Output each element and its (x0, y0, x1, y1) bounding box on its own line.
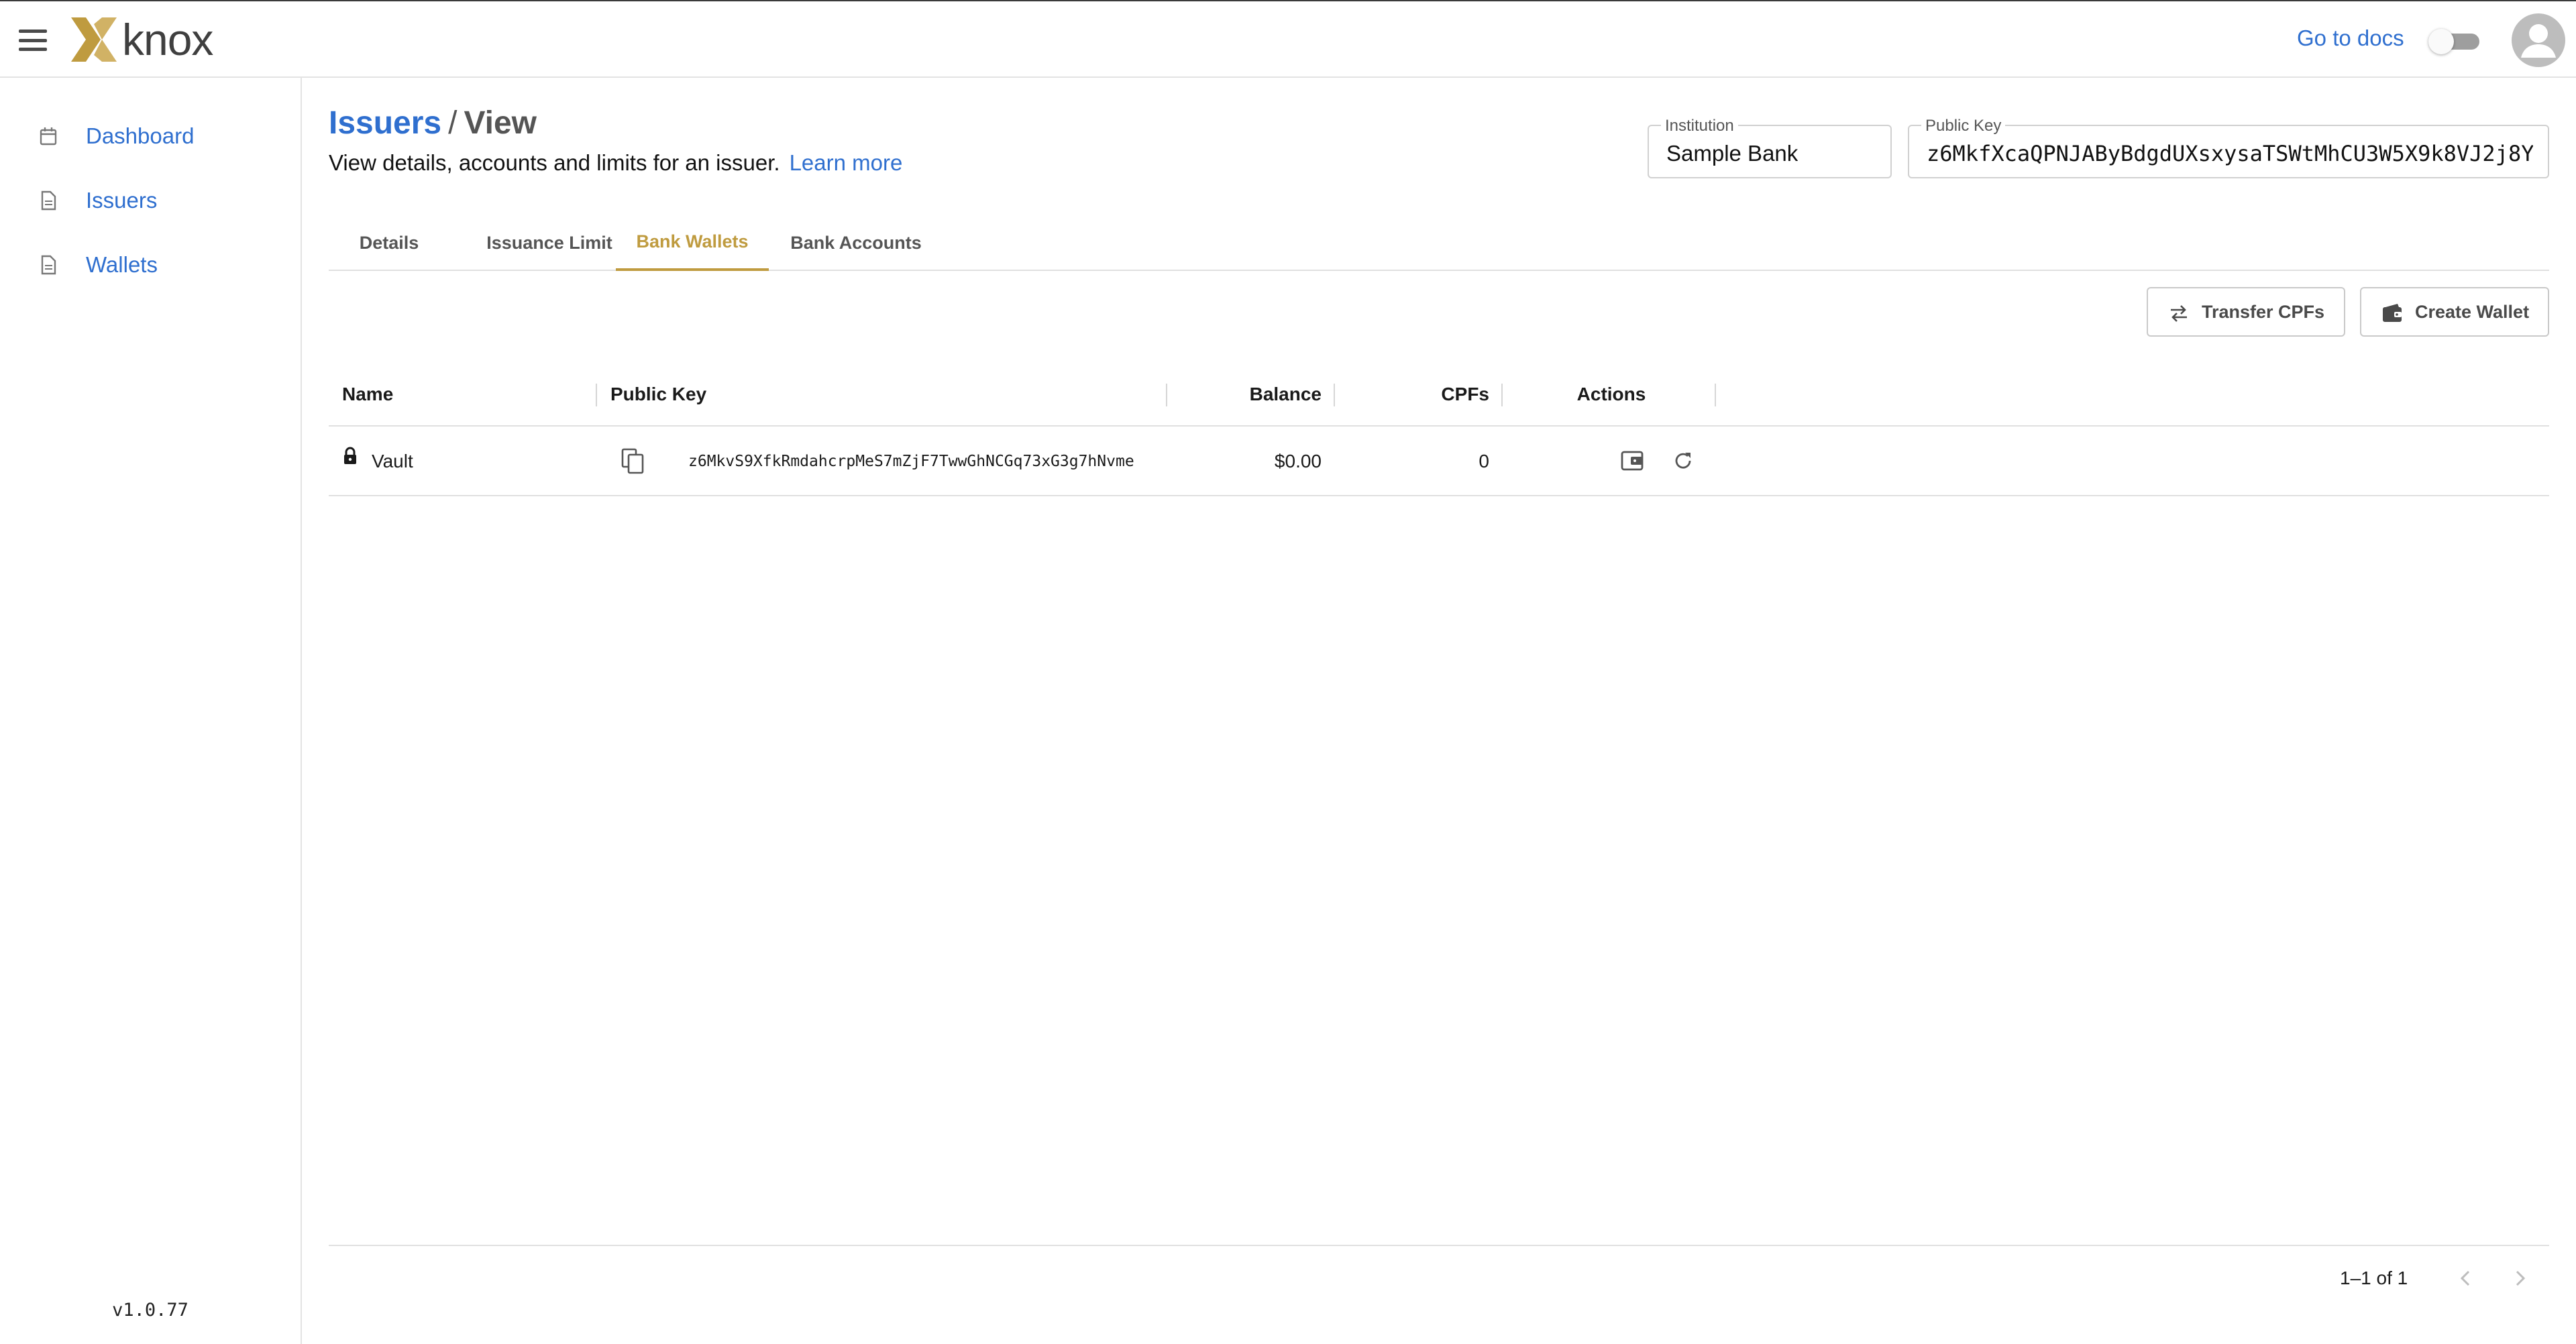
table-row[interactable]: Vault z6MkvS9XfkRmdahcrpMeS7mZjF7TwwGhNC… (329, 427, 2549, 496)
sidebar-item-issuers[interactable]: Issuers (0, 172, 301, 229)
institution-field-value: Sample Bank (1666, 141, 1799, 166)
refresh-icon[interactable] (1672, 449, 1695, 472)
breadcrumb-issuers-link[interactable]: Issuers (329, 105, 441, 141)
copy-icon[interactable] (621, 448, 645, 475)
breadcrumb-current: View (464, 105, 537, 141)
swap-arrows-icon (2171, 305, 2187, 322)
public-key-field[interactable]: Public Key z6MkfXcaQPNJAByBdgdUXsxysaTSW… (1908, 117, 2549, 178)
wallet-balance: $0.00 (1274, 451, 1322, 471)
sidebar-item-label: Dashboard (86, 123, 195, 148)
column-header-balance[interactable]: Balance (1179, 362, 1322, 427)
column-resize-handle[interactable] (1501, 384, 1503, 406)
column-resize-handle[interactable] (1334, 384, 1335, 406)
column-header-actions: Actions (1576, 384, 1646, 404)
pagination-info: 1–1 of 1 (2340, 1268, 2408, 1288)
subtitle-text: View details, accounts and limits for an… (329, 150, 780, 175)
column-header-public-key[interactable]: Public Key (610, 362, 706, 427)
table-header: Name Public Key Balance CPFs Actions (329, 362, 2549, 427)
wallet-icon (2383, 304, 2402, 322)
wallet-icon[interactable] (1621, 449, 1644, 472)
go-to-docs-link[interactable]: Go to docs (2297, 25, 2404, 51)
sidebar: Dashboard Issuers Wallets v1.0.77 (0, 78, 302, 1344)
column-resize-handle[interactable] (1166, 384, 1167, 406)
tab-issuance-limit[interactable]: Issuance Limit (468, 215, 631, 271)
toggle-thumb (2428, 29, 2454, 54)
calendar-icon (40, 127, 57, 146)
wallet-public-key: z6MkvS9XfkRmdahcrpMeS7mZjF7TwwGhNCGq73xG… (688, 453, 1134, 470)
transfer-cpfs-button[interactable]: Transfer CPFs (2147, 287, 2345, 337)
lock-icon (344, 447, 356, 464)
wallet-name: Vault (372, 451, 413, 471)
document-icon (41, 190, 56, 211)
column-header-cpfs[interactable]: CPFs (1347, 362, 1489, 427)
transfer-cpfs-label: Transfer CPFs (2202, 301, 2325, 322)
knox-logo-mark (71, 17, 117, 62)
knox-logo[interactable]: knox (71, 17, 213, 62)
logo-text: knox (122, 15, 213, 64)
top-app-bar: knox Go to docs (0, 0, 2576, 78)
app-version: v1.0.77 (112, 1300, 189, 1321)
page-subtitle: View details, accounts and limits for an… (329, 150, 902, 176)
institution-field-label: Institution (1661, 117, 1738, 135)
create-wallet-button[interactable]: Create Wallet (2360, 287, 2549, 337)
wallet-cpfs: 0 (1479, 451, 1489, 471)
tab-bank-wallets[interactable]: Bank Wallets (616, 215, 769, 271)
sidebar-item-label: Issuers (86, 188, 158, 213)
column-resize-handle[interactable] (1715, 384, 1716, 406)
chevron-left-icon[interactable] (2453, 1265, 2479, 1292)
document-icon (41, 255, 56, 275)
tab-details[interactable]: Details (329, 215, 449, 271)
table-footer-divider (329, 1245, 2549, 1246)
breadcrumb-separator: / (448, 105, 458, 141)
public-key-field-value: z6MkfXcaQPNJAByBdgdUXsxysaTSWtMhCU3W5X9k… (1927, 141, 2533, 166)
column-header-name[interactable]: Name (342, 362, 393, 427)
sidebar-item-wallets[interactable]: Wallets (0, 237, 301, 293)
chevron-right-icon[interactable] (2506, 1265, 2533, 1292)
breadcrumb: Issuers / View (329, 105, 537, 142)
sidebar-item-label: Wallets (86, 252, 158, 277)
tab-bar: Details Issuance Limit Bank Wallets Bank… (329, 215, 2549, 271)
learn-more-link[interactable]: Learn more (790, 150, 903, 175)
institution-field[interactable]: Institution Sample Bank (1648, 117, 1892, 178)
create-wallet-label: Create Wallet (2415, 301, 2530, 322)
public-key-field-label: Public Key (1921, 117, 2006, 135)
sidebar-item-dashboard[interactable]: Dashboard (0, 108, 301, 164)
column-resize-handle[interactable] (596, 384, 597, 406)
theme-toggle[interactable] (2428, 29, 2481, 54)
menu-icon[interactable] (17, 27, 48, 54)
user-avatar-icon[interactable] (2512, 13, 2565, 67)
tab-bank-accounts[interactable]: Bank Accounts (773, 215, 939, 271)
